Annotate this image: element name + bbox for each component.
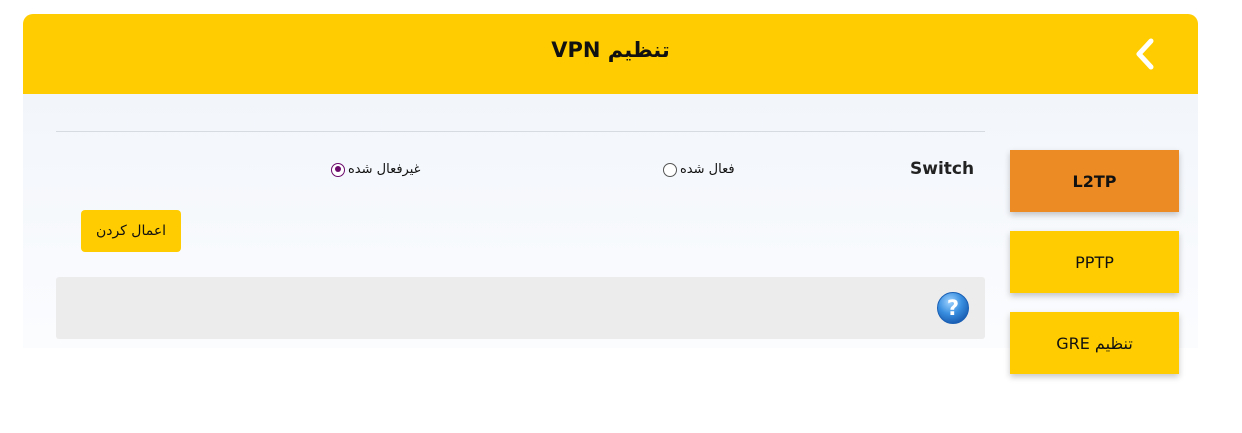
radio-disabled-label: غیرفعال شده: [348, 162, 421, 177]
tab-gre[interactable]: تنظیم GRE: [1010, 312, 1179, 374]
divider: [56, 131, 985, 132]
tab-l2tp[interactable]: L2TP: [1010, 150, 1179, 212]
svg-text:?: ?: [947, 296, 959, 320]
page-header: تنظیم VPN: [23, 14, 1198, 94]
radio-enabled-circle[interactable]: [663, 162, 677, 177]
tab-pptp-label: PPTP: [1075, 252, 1114, 272]
switch-label: Switch: [910, 159, 975, 179]
help-icon[interactable]: ?: [936, 291, 970, 325]
radio-enabled-label: فعال شده: [680, 162, 735, 177]
help-box: ?: [56, 277, 985, 339]
tab-pptp[interactable]: PPTP: [1010, 231, 1179, 293]
radio-disabled[interactable]: غیرفعال شده: [331, 162, 420, 177]
radio-enabled[interactable]: فعال شده: [663, 162, 735, 177]
tab-l2tp-label: L2TP: [1072, 171, 1117, 191]
vpn-settings-panel: Switch فعال شده غیرفعال شده اعمال کردن ?: [23, 94, 1198, 348]
radio-disabled-circle[interactable]: [331, 162, 345, 177]
apply-button[interactable]: اعمال کردن: [81, 210, 181, 252]
tab-gre-label: تنظیم GRE: [1056, 333, 1133, 353]
page-title: تنظیم VPN: [551, 38, 670, 62]
